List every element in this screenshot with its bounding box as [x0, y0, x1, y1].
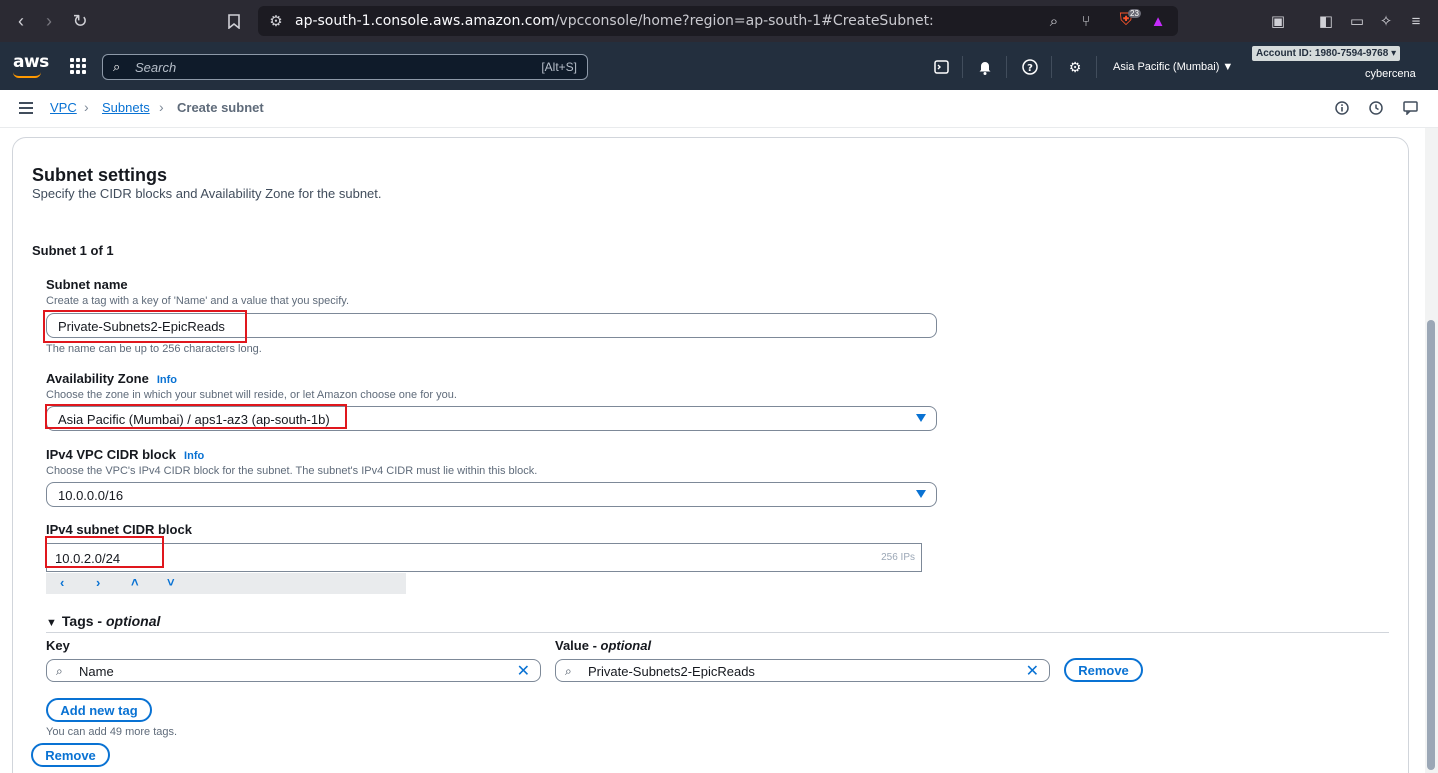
subnet-count: Subnet 1 of 1 [32, 243, 114, 258]
aws-top-nav: aws ⌕ Search [Alt+S] ? ⚙ Asia Pacific (M… [0, 42, 1438, 90]
tag-value-label-optional: optional [600, 638, 652, 653]
search-shortcut: [Alt+S] [541, 60, 577, 74]
clear-icon[interactable]: ✕ [1026, 661, 1039, 681]
wallet-icon[interactable]: ▭ [1347, 11, 1367, 31]
url-path: /vpcconsole/home?region=ap-south-1#Creat… [554, 13, 934, 29]
brave-rewards-icon[interactable]: ▲ [1148, 11, 1168, 31]
availability-zone-label: Availability Zone Info [46, 371, 177, 386]
vpc-cidr-label-text: IPv4 VPC CIDR block [46, 447, 177, 462]
availability-zone-description: Choose the zone in which your subnet wil… [46, 389, 457, 401]
add-new-tag-button[interactable]: Add new tag [46, 698, 152, 722]
subnet-name-label: Subnet name [46, 277, 128, 292]
cidr-previous-block-button[interactable]: ˅ [167, 575, 175, 590]
tags-remaining-note: You can add 49 more tags. [46, 726, 178, 738]
share-icon[interactable]: ⑂ [1076, 11, 1096, 31]
site-settings-icon[interactable]: ⚙ [266, 11, 286, 31]
username[interactable]: cybercena [1365, 68, 1416, 80]
url-bar[interactable]: ⚙ ap-south-1.console.aws.amazon.com/vpcc… [258, 6, 1178, 36]
breadcrumb-bar: VPC › Subnets › Create subnet [0, 90, 1438, 128]
dropdown-arrow-icon [916, 414, 926, 422]
subnet-cidr-ip-count: 256 IPs [881, 552, 915, 563]
back-icon[interactable]: ‹ [10, 10, 32, 32]
services-grid-icon[interactable] [70, 58, 86, 74]
subnet-name-description: Create a tag with a key of 'Name' and a … [46, 295, 349, 307]
search-input[interactable]: ⌕ Search [Alt+S] [102, 54, 588, 80]
cidr-next-block-button[interactable]: ˄ [131, 575, 139, 590]
vpc-cidr-value: 10.0.0.0/16 [58, 488, 124, 503]
page-scrollbar[interactable] [1425, 128, 1438, 773]
remove-subnet-button[interactable]: Remove [31, 743, 110, 767]
scrollbar-thumb[interactable] [1427, 320, 1435, 770]
availability-zone-label-text: Availability Zone [46, 371, 149, 386]
svg-text:?: ? [1027, 63, 1033, 74]
aws-logo-text: aws [13, 52, 49, 72]
vpc-cidr-label: IPv4 VPC CIDR block Info [46, 447, 204, 462]
zoom-icon[interactable]: ⌕ [1044, 11, 1064, 31]
tags-expander[interactable]: ▼ Tags - optional [46, 613, 160, 629]
tag-value-label: Value - optional [555, 638, 651, 653]
breadcrumb-chevron-icon: › [84, 99, 89, 115]
clear-icon[interactable]: ✕ [517, 661, 530, 681]
tag-value-input[interactable]: ⌕ Private-Subnets2-EpicReads ✕ [555, 659, 1050, 682]
highlight-box [45, 404, 347, 429]
aws-logo[interactable]: aws [13, 52, 49, 78]
cloudshell-icon[interactable] [932, 58, 950, 76]
breadcrumb-chevron-icon: › [159, 99, 164, 115]
divider [46, 632, 1389, 633]
cidr-adjust-controls: ‹ › ˄ ˅ [46, 573, 406, 594]
info-panel-icon[interactable] [1334, 100, 1350, 116]
menu-icon[interactable]: ≡ [1406, 11, 1426, 31]
cidr-decrease-prefix-button[interactable]: ‹ [60, 575, 64, 590]
remove-tag-button[interactable]: Remove [1064, 658, 1143, 682]
availability-zone-info-link[interactable]: Info [157, 374, 177, 386]
subnet-cidr-label: IPv4 subnet CIDR block [46, 522, 192, 537]
forward-icon[interactable]: › [38, 10, 60, 32]
vpc-cidr-description: Choose the VPC's IPv4 CIDR block for the… [46, 465, 538, 477]
tags-header-text: Tags - [61, 613, 106, 629]
tag-value-value: Private-Subnets2-EpicReads [588, 664, 755, 679]
subnet-cidr-input[interactable]: 10.0.2.0/24 256 IPs [46, 543, 922, 572]
reload-icon[interactable]: ↻ [69, 10, 91, 32]
highlight-box [43, 310, 247, 343]
browser-toolbar: ‹ › ↻ ⚙ ap-south-1.console.aws.amazon.co… [0, 0, 1438, 42]
search-icon: ⌕ [565, 664, 572, 678]
search-icon: ⌕ [113, 59, 121, 74]
breadcrumb-vpc[interactable]: VPC [50, 100, 77, 115]
section-description: Specify the CIDR blocks and Availability… [32, 186, 382, 201]
feedback-icon[interactable] [1402, 100, 1418, 116]
notifications-icon[interactable] [976, 58, 994, 76]
breadcrumb-current: Create subnet [177, 100, 264, 115]
subnet-name-constraint: The name can be up to 256 characters lon… [46, 343, 262, 355]
tag-key-label: Key [46, 638, 70, 653]
leo-ai-icon[interactable]: ✧ [1376, 11, 1396, 31]
breadcrumb-subnets[interactable]: Subnets [102, 100, 150, 115]
tag-key-input[interactable]: ⌕ Name ✕ [46, 659, 541, 682]
vpc-cidr-info-link[interactable]: Info [184, 450, 204, 462]
recent-history-icon[interactable] [1368, 100, 1384, 116]
caret-down-icon: ▼ [46, 617, 57, 629]
hamburger-menu-icon[interactable] [19, 102, 33, 114]
highlight-box [45, 536, 164, 568]
account-id-badge[interactable]: Account ID: 1980-7594-9768 ▾ [1252, 46, 1401, 61]
settings-gear-icon[interactable]: ⚙ [1066, 58, 1084, 76]
tag-value-label-text: Value - [555, 638, 601, 653]
dropdown-arrow-icon [916, 490, 926, 498]
sidebar-icon[interactable]: ◧ [1316, 11, 1336, 31]
section-title: Subnet settings [32, 165, 168, 185]
search-placeholder: Search [135, 60, 177, 75]
vpc-cidr-select[interactable]: 10.0.0.0/16 [46, 482, 937, 507]
shield-count-badge: 23 [1128, 9, 1141, 18]
cidr-increase-prefix-button[interactable]: › [96, 575, 100, 590]
url-host: ap-south-1.console.aws.amazon.com [295, 13, 555, 29]
search-icon: ⌕ [56, 664, 63, 678]
bookmark-icon[interactable] [223, 10, 245, 32]
region-selector[interactable]: Asia Pacific (Mumbai) ▼ [1113, 61, 1233, 73]
tags-header-optional: optional [105, 613, 161, 629]
tag-key-value: Name [79, 664, 114, 679]
screenshot-icon[interactable]: ▣ [1268, 11, 1288, 31]
help-icon[interactable]: ? [1021, 58, 1039, 76]
